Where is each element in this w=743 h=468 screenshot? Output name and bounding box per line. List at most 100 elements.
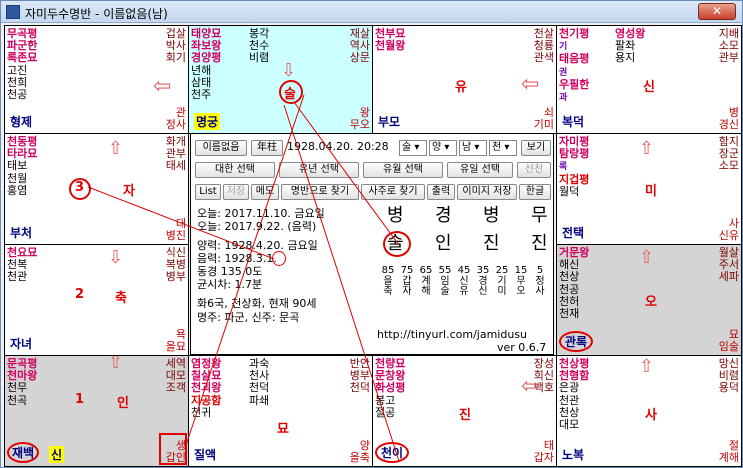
arrow-down-icon: ⇩ (108, 247, 124, 268)
palace-number: 1 (75, 392, 85, 407)
gender-select[interactable]: 남 ▾ (459, 140, 487, 156)
seoncheon-button[interactable]: 선천 (517, 162, 551, 178)
ganji-top-1: 경 (435, 205, 452, 226)
age-column: 85 을 축 (381, 265, 395, 297)
palace-name: 부처 (10, 226, 33, 240)
palace-jilaek[interactable]: 염정왕 칠살묘 천괴왕 지공함 천귀 과숙 천사 천덕 파쇄 반안 병부 천덕 양 을축 질액 묘 (188, 355, 373, 467)
age-column: 45 신 유 (457, 265, 471, 297)
palace-hyeongje[interactable]: 무곡평 파군한 록존묘 고진 천희 천공 겁살 박사 회기 관 정사 형제 ⇦ (4, 25, 189, 134)
palace-branch: 병 경신 (718, 105, 739, 131)
palace-right-stars: 천살 청룡 관색 (533, 27, 554, 65)
longitude: 동경 135.0도 (197, 265, 263, 278)
today-solar: 오늘: 2017.11.10. 금요일 (197, 207, 325, 220)
arrow-up-icon: ⇧ (639, 356, 655, 377)
palace-number: 2 (75, 287, 85, 302)
palace-big-label: 신 (643, 80, 655, 95)
palace-branch: 욕 을묘 (165, 327, 186, 353)
name-button[interactable]: 이름없음 (195, 140, 247, 156)
palace-right-stars: 재살 역사 상문 (349, 27, 370, 65)
palace-right-stars: 월살 주서 세파 (718, 246, 739, 284)
palace-right-stars: 식신 복병 병부 (165, 246, 186, 284)
palace-gwanrok[interactable]: 거문왕 해신 천상 천공 천허 천재 월살 주서 세파 묘 임술 관록 오 ⇧ (556, 244, 742, 356)
title-bar[interactable]: 자미두수명반 - 이름없음(남) ✕ (1, 1, 742, 23)
arrow-up-icon: ⇧ (639, 138, 655, 159)
find-by-saju-button[interactable]: 사주로 찾기 (361, 184, 425, 200)
palace-big-label: 축 (115, 291, 127, 306)
yinyang-select[interactable]: 양 ▾ (429, 140, 457, 156)
palace-stars: 천량묘 문창왕 화성평 봉고 절공 (375, 357, 406, 419)
chart-grid: 무곡평 파군한 록존묘 고진 천희 천공 겁살 박사 회기 관 정사 형제 ⇦ 태양묘 좌보왕 경양… (4, 25, 742, 467)
view-button[interactable]: 보기 (521, 140, 551, 156)
arrow-left-icon: ⇦ (521, 72, 540, 97)
print-button[interactable]: 출력 (427, 184, 455, 200)
age-column: 55 임 술 (438, 265, 452, 297)
daehan-select-button[interactable]: 대한 선택 (195, 162, 275, 178)
palace-name: 재백 (7, 442, 40, 463)
year-pillar-button[interactable]: 年柱 (251, 140, 283, 156)
cheon-select[interactable]: 천 ▾ (489, 140, 517, 156)
palace-right-stars: 세역 대모 조객 (165, 357, 186, 395)
palace-name: 형제 (10, 115, 33, 129)
palace-branch: 사 신유 (718, 216, 739, 242)
palace-branch: 대 병진 (165, 216, 186, 242)
palace-jeontaek[interactable]: 자미평 탐랑평 록 지겁평 월덕 함지 장군 소모 사 신유 전택 미 ⇧ (556, 133, 742, 245)
palace-right-stars: 겁살 박사 회기 (165, 27, 186, 65)
arrow-left-icon: ⇦ (521, 374, 540, 399)
hangul-button[interactable]: 한글 (519, 184, 551, 200)
palace-big-label: 인 (117, 396, 129, 411)
palace-branch: 왕 무오 (349, 105, 370, 131)
palace-stars: 천동평 타라묘 태보 천월 홍염 (7, 135, 38, 197)
save-button[interactable]: 저장 (223, 184, 249, 200)
yuwol-select-button[interactable]: 유월 선택 (363, 162, 443, 178)
palace-myeonggung[interactable]: 태양묘 좌보왕 경양평 년해 삼태 천주 봉각 천수 비렴 재살 역사 상문 왕 무오 명궁 술 ⇩ (188, 25, 373, 134)
window-title: 자미두수명반 - 이름없음(남) (25, 7, 168, 21)
list-button[interactable]: List (195, 184, 221, 200)
palace-name: 자녀 (10, 337, 33, 351)
palace-bucheo[interactable]: 천동평 타라묘 태보 천월 홍염 화개 관부 태세 대 병진 부처 3 자 ⇧ (4, 133, 189, 245)
sinkung-badge: 신 (49, 446, 65, 463)
palace-big-label: 유 (455, 80, 467, 95)
ganji-bottom-0: 술 (387, 233, 404, 254)
palace-branch: 쇠 기미 (533, 105, 554, 131)
palace-jaebaek[interactable]: 문곡평 천마왕 천무 천곡 세역 대모 조객 생 갑인 재백 신 1 인 ⇧ (4, 355, 189, 467)
memo-button[interactable]: 메모 (251, 184, 279, 200)
palace-bokdeok[interactable]: 천기평 기 태음평 권 우필한 과 영성왕 팔좌 용지 지배 소모 관부 병 경신 복덕 신 (556, 25, 742, 134)
palace-janyeo[interactable]: 천요묘 천복 천관 식신 복병 병부 욕 을묘 자녀 2 축 ⇩ (4, 244, 189, 356)
palace-mid-stars: 과숙 천사 천덕 파쇄 (249, 357, 270, 407)
palace-stars: 태양묘 좌보왕 경양평 년해 삼태 천주 (191, 27, 222, 102)
ganji-bottom-1: 인 (435, 233, 452, 254)
palace-stars: 천요묘 천복 천관 (7, 246, 38, 284)
save-image-button[interactable]: 이미지 저장 (457, 184, 517, 200)
version: ver 0.6.7 (497, 341, 547, 354)
palace-name: 관록 (559, 331, 594, 352)
palace-bumo[interactable]: 천부묘 천월왕 천살 청룡 관색 쇠 기미 부모 유 ⇦ (372, 25, 557, 134)
yuil-select-button[interactable]: 유일 선택 (447, 162, 513, 178)
solar-birth: 양력: 1928.4.20. 금요일 (197, 239, 318, 252)
palace-right-stars: 함지 장군 소모 (718, 135, 739, 173)
homepage-url[interactable]: http://tinyurl.com/jamidusu (377, 328, 527, 342)
yunyeon-select-button[interactable]: 유년 선택 (279, 162, 359, 178)
palace-name: 전택 (562, 226, 585, 240)
arrow-left-icon: ⇦ (153, 74, 172, 99)
time-select[interactable]: 술 ▾ (399, 140, 427, 156)
palace-stars: 문곡평 천마왕 천무 천곡 (7, 357, 38, 407)
age-column: 65 계 해 (419, 265, 433, 297)
age-column: 5정사 (535, 265, 545, 297)
palace-branch: 묘 임술 (718, 327, 739, 353)
palace-name: 천이 (375, 442, 410, 463)
palace-nobok[interactable]: 천상평 천형함 은광 천관 천상 대모 망신 비렴 용덕 절 계해 노복 사 ⇧ (556, 355, 742, 467)
close-button[interactable]: ✕ (698, 3, 736, 20)
ganji-bottom-3: 진 (531, 233, 548, 254)
palace-mid-stars: 영성왕 팔좌 용지 (615, 27, 646, 65)
arrow-down-icon: ⇩ (281, 60, 297, 81)
palace-cheoni[interactable]: 천량묘 문창왕 화성평 봉고 절공 장성 희신 백호 태 갑자 천이 진 ⇦ (372, 355, 557, 467)
find-by-chart-button[interactable]: 명반으로 찾기 (281, 184, 359, 200)
palace-big-label: 진 (459, 408, 471, 423)
palace-branch: 양 을축 (349, 438, 370, 464)
guk-info: 화6국, 천상화, 현재 90세 (197, 297, 317, 310)
ganji-top-2: 병 (483, 205, 500, 226)
palace-big-label: 미 (645, 184, 657, 199)
palace-name: 노복 (562, 448, 585, 462)
palace-name: 복덕 (562, 115, 585, 129)
highlight-circle-icon (272, 251, 286, 266)
